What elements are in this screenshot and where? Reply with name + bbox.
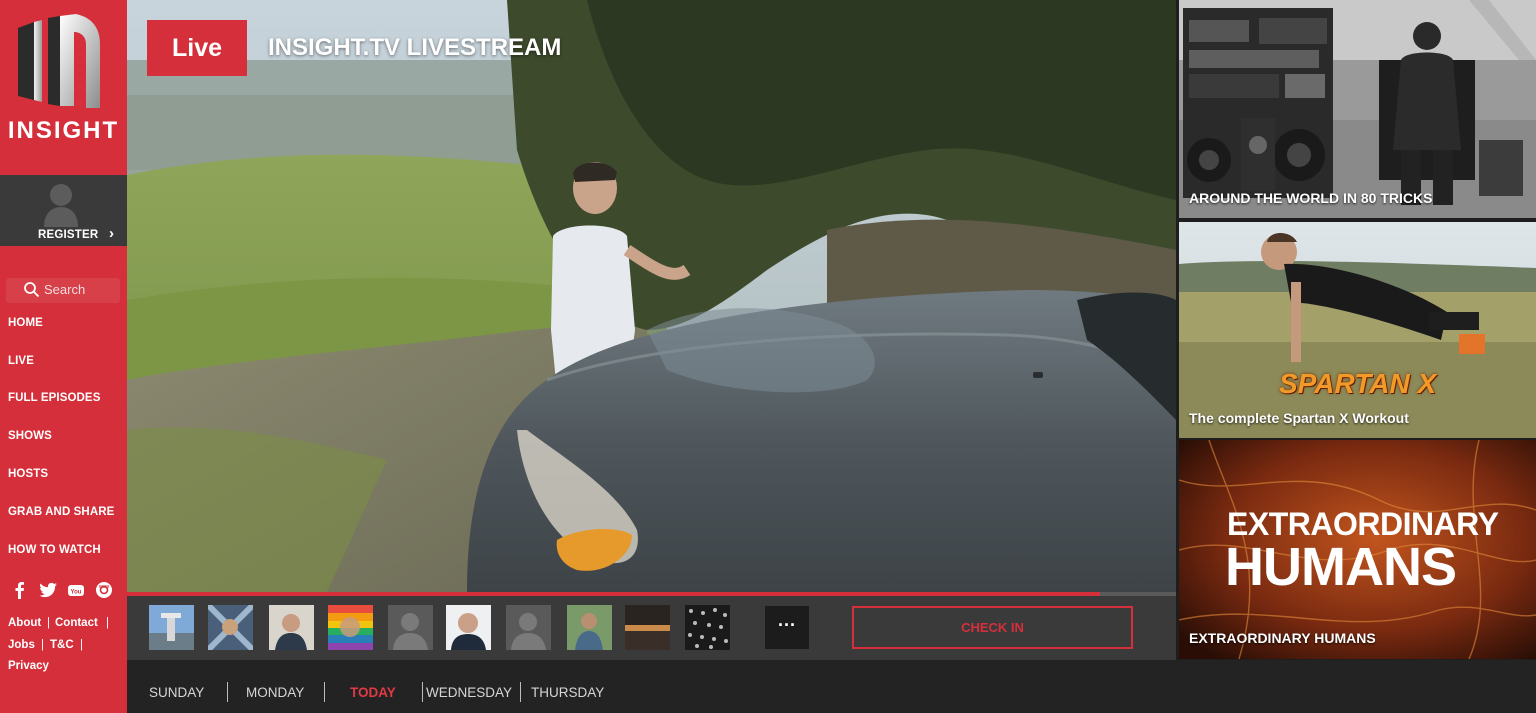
spartan-x-logo: SPARTAN X <box>1279 368 1437 399</box>
viewer-avatar[interactable] <box>567 605 612 650</box>
nav-hosts[interactable]: HOSTS <box>8 468 48 480</box>
nav-how-to-watch[interactable]: HOW TO WATCH <box>8 544 101 556</box>
search-box[interactable] <box>6 278 120 303</box>
day-tab-sunday[interactable]: SUNDAY <box>149 685 204 700</box>
more-viewers-button[interactable]: ··· <box>765 606 809 649</box>
avatar-placeholder-icon <box>506 605 551 650</box>
footer-link-about[interactable]: About <box>8 617 41 629</box>
day-tab-wednesday[interactable]: WEDNESDAY <box>426 685 512 700</box>
schedule-bar: SUNDAY MONDAY TODAY WEDNESDAY THURSDAY <box>127 660 1536 713</box>
footer-link-privacy[interactable]: Privacy <box>8 660 49 672</box>
avatar-placeholder-icon <box>388 605 433 650</box>
viewer-avatar[interactable] <box>625 605 670 650</box>
livestream-title: INSIGHT.TV LIVESTREAM <box>268 34 562 61</box>
svg-text:You: You <box>71 590 82 596</box>
social-links: You <box>10 580 120 602</box>
insight-logo-mark <box>18 14 100 108</box>
facebook-icon[interactable] <box>10 580 30 600</box>
chevron-right-icon: › <box>109 225 114 242</box>
register-label: REGISTER <box>38 229 99 241</box>
viewer-avatar[interactable] <box>685 605 730 650</box>
footer-separator: | <box>80 639 83 651</box>
viewer-photo-sunset <box>625 605 670 650</box>
logo[interactable]: INSIGHT <box>0 0 127 175</box>
youtube-icon[interactable]: You <box>66 580 86 600</box>
promo-caption: EXTRAORDINARY HUMANS <box>1189 630 1376 646</box>
promo-card-around-the-world[interactable]: AROUND THE WORLD IN 80 TRICKS <box>1179 0 1536 218</box>
nav-grab-and-share[interactable]: GRAB AND SHARE <box>8 506 114 518</box>
viewer-photo-man <box>269 605 314 650</box>
footer-link-tc[interactable]: T&C <box>50 639 74 651</box>
nav-live[interactable]: LIVE <box>8 355 34 367</box>
viewer-photo-rainbow <box>328 605 373 650</box>
promo-image-around-the-world <box>1179 0 1536 218</box>
viewer-photo-collage <box>208 605 253 650</box>
day-separator <box>324 682 325 702</box>
sidebar: INSIGHT REGISTER › HOME LIVE FULL EPISOD… <box>0 0 127 713</box>
day-tab-monday[interactable]: MONDAY <box>246 685 304 700</box>
footer-separator: | <box>47 617 50 629</box>
viewer-avatar[interactable] <box>149 605 194 650</box>
search-icon <box>24 282 40 298</box>
day-separator <box>520 682 521 702</box>
twitter-icon[interactable] <box>38 580 58 600</box>
video-frame-image <box>127 0 1176 592</box>
nav-full-episodes[interactable]: FULL EPISODES <box>8 392 100 404</box>
footer-separator: | <box>41 639 44 651</box>
day-separator <box>422 682 423 702</box>
footer-separator: | <box>106 617 109 629</box>
viewer-avatar-placeholder[interactable] <box>388 605 433 650</box>
check-in-button[interactable]: CHECK IN <box>852 606 1133 649</box>
viewer-avatar[interactable] <box>328 605 373 650</box>
logo-text: INSIGHT <box>7 117 120 144</box>
promo-caption: AROUND THE WORLD IN 80 TRICKS <box>1189 190 1433 206</box>
viewer-avatar[interactable] <box>446 605 491 650</box>
instagram-icon[interactable] <box>94 580 114 600</box>
footer-link-jobs[interactable]: Jobs <box>8 639 35 651</box>
day-separator <box>227 682 228 702</box>
promo-card-spartan-x[interactable]: SPARTAN X The complete Spartan X Workout <box>1179 222 1536 438</box>
search-input[interactable] <box>44 282 119 297</box>
nav-home[interactable]: HOME <box>8 317 43 329</box>
extraordinary-humans-headline-line2: HUMANS <box>1225 537 1457 597</box>
promo-caption: The complete Spartan X Workout <box>1189 410 1409 426</box>
viewer-photo-pattern <box>685 605 730 650</box>
viewer-photo-man <box>446 605 491 650</box>
viewer-avatar[interactable] <box>269 605 314 650</box>
viewer-photo-landscape <box>149 605 194 650</box>
viewer-avatar[interactable] <box>208 605 253 650</box>
video-player[interactable]: Live INSIGHT.TV LIVESTREAM <box>127 0 1176 592</box>
promo-card-extraordinary-humans[interactable]: EXTRAORDINARY HUMANS EXTRAORDINARY HUMAN… <box>1179 440 1536 659</box>
viewer-photo-outdoor <box>567 605 612 650</box>
day-tab-thursday[interactable]: THURSDAY <box>531 685 604 700</box>
register-button[interactable]: REGISTER › <box>0 175 127 246</box>
avatar-placeholder-icon <box>44 184 78 227</box>
live-badge: Live <box>147 20 247 76</box>
promo-image-spartan-x <box>1179 222 1536 438</box>
day-tab-today[interactable]: TODAY <box>350 685 396 700</box>
footer-link-contact[interactable]: Contact <box>55 617 98 629</box>
nav-shows[interactable]: SHOWS <box>8 430 52 442</box>
viewer-avatar-placeholder[interactable] <box>506 605 551 650</box>
viewer-strip: ··· CHECK IN <box>127 596 1176 660</box>
